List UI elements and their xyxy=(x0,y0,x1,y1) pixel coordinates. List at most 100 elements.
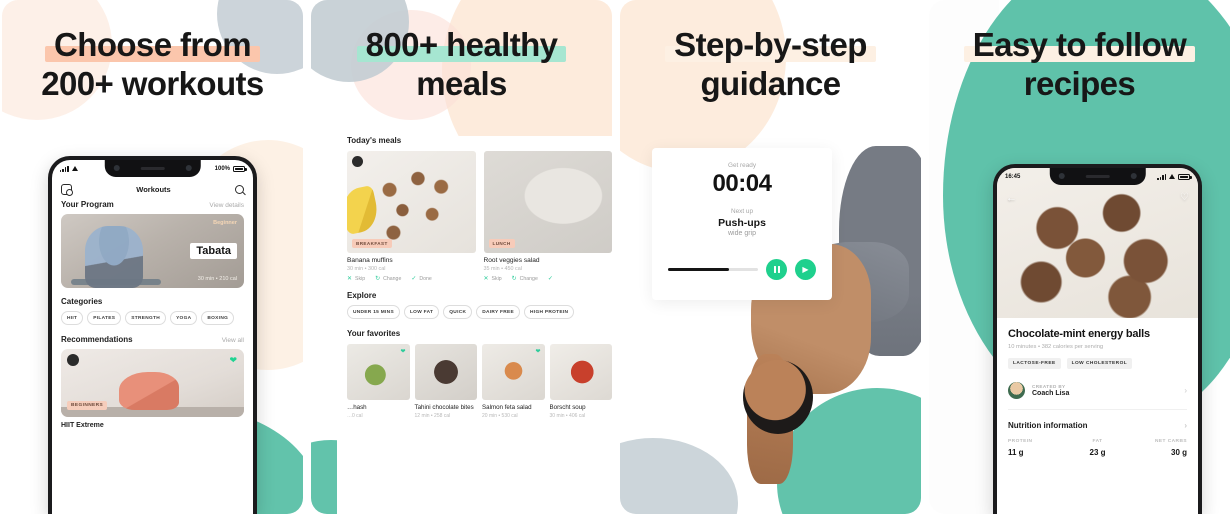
close-icon: ✕ xyxy=(483,276,489,282)
nutrition-key: FAT xyxy=(1092,439,1103,444)
explore-title: Explore xyxy=(347,291,377,300)
level-tag: BEGINNERS xyxy=(67,401,108,410)
category-chip[interactable]: YOGA xyxy=(170,311,198,325)
recipe-hero-photo: ← ♡ xyxy=(997,168,1198,318)
heart-icon[interactable]: ❤ xyxy=(535,348,540,355)
done-action[interactable]: ✓ xyxy=(548,276,553,282)
favorite-card[interactable]: Tahini chocolate bites 12 min • 258 cal xyxy=(414,344,477,419)
refresh-icon: ↻ xyxy=(511,276,517,282)
app-title: Workouts xyxy=(136,184,171,194)
category-chip[interactable]: HIIT xyxy=(61,311,84,325)
meal-card[interactable]: BREAKFAST Banana muffins 30 min • 300 ca… xyxy=(347,151,476,282)
meal-actions: ✕ Skip ↻ Change ✓ Done xyxy=(347,276,476,282)
recipe-tag: LACTOSE-FREE xyxy=(1008,358,1061,369)
nutrition-section-header[interactable]: Nutrition information › xyxy=(1008,421,1187,430)
favorite-meta: 12 min • 258 cal xyxy=(414,413,451,419)
favorite-meta: 30 min • 406 cal xyxy=(549,413,586,419)
favorite-name: Salmon feta salad xyxy=(482,404,532,411)
program-difficulty-badge: Beginner xyxy=(213,220,237,226)
category-chip[interactable]: PILATES xyxy=(87,311,122,325)
heart-icon[interactable]: ♡ xyxy=(1180,192,1189,203)
skip-action[interactable]: ✕ Skip xyxy=(347,276,365,282)
panel-headline: 800+ healthy meals xyxy=(311,27,612,106)
nutrition-cell: PROTEIN 11 g xyxy=(1008,439,1068,457)
check-icon: ✓ xyxy=(411,276,417,282)
change-action[interactable]: ↻ Change xyxy=(512,276,538,282)
favorite-name: Borscht soup xyxy=(549,404,586,411)
nutrition-cell: FAT 23 g xyxy=(1068,439,1128,457)
favorite-card[interactable]: ❤ …hash …0 cal xyxy=(347,344,410,419)
categories-header: Categories xyxy=(61,297,244,306)
phone-mockup-workouts: 100% Workouts Your Program View details xyxy=(48,156,257,514)
wifi-icon xyxy=(71,166,78,171)
phone-notch xyxy=(104,160,201,177)
section-title: Your Program xyxy=(61,200,114,209)
headline-line-2: recipes xyxy=(1023,64,1136,102)
nutrition-key: PROTEIN xyxy=(1008,439,1033,444)
recipe-title: Chocolate-mint energy balls xyxy=(1008,328,1150,340)
timer-controls: ▶ xyxy=(668,259,816,280)
favorite-meta: …0 cal xyxy=(347,413,363,419)
battery-icon xyxy=(1178,173,1192,180)
explore-chip[interactable]: QUICK xyxy=(443,305,473,319)
explore-chip-list: UNDER 15 MINS LOW FAT QUICK DAIRY FREE H… xyxy=(347,305,612,319)
explore-chip[interactable]: DAIRY FREE xyxy=(476,305,521,319)
favorites-title: Your favorites xyxy=(347,329,401,338)
explore-chip[interactable]: HIGH PROTEIN xyxy=(524,305,575,319)
favorite-name: Tahini chocolate bites xyxy=(414,404,474,411)
explore-chip[interactable]: LOW FAT xyxy=(403,305,440,319)
heart-icon[interactable]: ❤ xyxy=(400,348,405,355)
heart-icon[interactable]: ❤ xyxy=(229,356,237,365)
phone-notch xyxy=(1049,168,1146,185)
meal-type-badge: LUNCH xyxy=(488,239,515,248)
skip-action[interactable]: ✕ Skip xyxy=(484,276,502,282)
nutrition-key: NET CARBS xyxy=(1154,439,1188,444)
brand-logo-icon xyxy=(352,156,363,167)
nutrition-value: 11 g xyxy=(1008,448,1024,457)
timer-status-label: Get ready xyxy=(727,162,757,169)
change-action[interactable]: ↻ Change xyxy=(375,276,401,282)
done-action[interactable]: ✓ Done xyxy=(411,276,431,282)
nutrition-cell: NET CARBS 30 g xyxy=(1127,439,1187,457)
promo-panel-recipes: Easy to follow recipes 16:45 ← ♡ Chocola… xyxy=(929,0,1230,514)
recipe-tag-list: LACTOSE-FREE LOW CHOLESTEROL xyxy=(1008,358,1187,369)
category-chip[interactable]: BOXING xyxy=(201,311,235,325)
headline-line-1: Step-by-step xyxy=(665,27,876,63)
nutrition-title: Nutrition information xyxy=(1008,421,1088,430)
timer-value: 00:04 xyxy=(712,170,772,197)
meal-name: Root veggies salad xyxy=(483,257,540,264)
recipe-details: Chocolate-mint energy balls 10 minutes •… xyxy=(997,318,1198,457)
recipe-author-row[interactable]: CREATED BY Coach Lisa › xyxy=(1008,382,1187,410)
skip-button[interactable]: ▶ xyxy=(795,259,816,280)
view-details-link[interactable]: View details xyxy=(209,202,244,209)
search-icon[interactable] xyxy=(234,184,244,194)
app-header: Workouts xyxy=(52,179,253,199)
back-arrow-icon[interactable]: ← xyxy=(1006,192,1017,204)
recipe-tag: LOW CHOLESTEROL xyxy=(1066,358,1133,369)
panel-headline: Step-by-step guidance xyxy=(620,27,921,106)
program-name: Tabata xyxy=(190,243,237,259)
favorite-photo xyxy=(414,344,477,400)
favorite-card[interactable]: Borscht soup 30 min • 406 cal xyxy=(549,344,612,419)
meal-type-badge: BREAKFAST xyxy=(352,239,392,248)
note-icon[interactable] xyxy=(61,183,73,196)
favorites-row: ❤ …hash …0 cal Tahini chocolate bites 12… xyxy=(347,344,612,419)
pause-button[interactable] xyxy=(766,259,787,280)
view-all-link[interactable]: View all xyxy=(222,337,244,344)
category-chip[interactable]: STRENGTH xyxy=(125,311,167,325)
meal-meta: 30 min • 300 cal xyxy=(347,266,386,272)
program-card[interactable]: Beginner Tabata 30 min • 210 cal xyxy=(61,214,244,288)
next-up-label: Next up xyxy=(730,208,754,215)
favorite-card[interactable]: ❤ Salmon feta salad 20 min • 530 cal xyxy=(482,344,545,419)
recommendation-card[interactable]: ❤ BEGINNERS xyxy=(61,349,244,417)
wifi-icon xyxy=(1169,174,1175,179)
recipe-meta: 10 minutes • 382 calories per serving xyxy=(1008,344,1104,350)
phone-screen: 100% Workouts Your Program View details xyxy=(52,160,253,514)
meal-card[interactable]: LUNCH Root veggies salad 35 min • 450 ca… xyxy=(483,151,612,282)
brand-logo-icon xyxy=(67,354,79,366)
explore-chip[interactable]: UNDER 15 MINS xyxy=(347,305,400,319)
section-title: Categories xyxy=(61,297,103,306)
person-photo xyxy=(118,372,179,410)
nutrition-grid: PROTEIN 11 g FAT 23 g NET CARBS 30 g xyxy=(1008,439,1187,457)
next-exercise-variation: wide grip xyxy=(727,230,756,237)
